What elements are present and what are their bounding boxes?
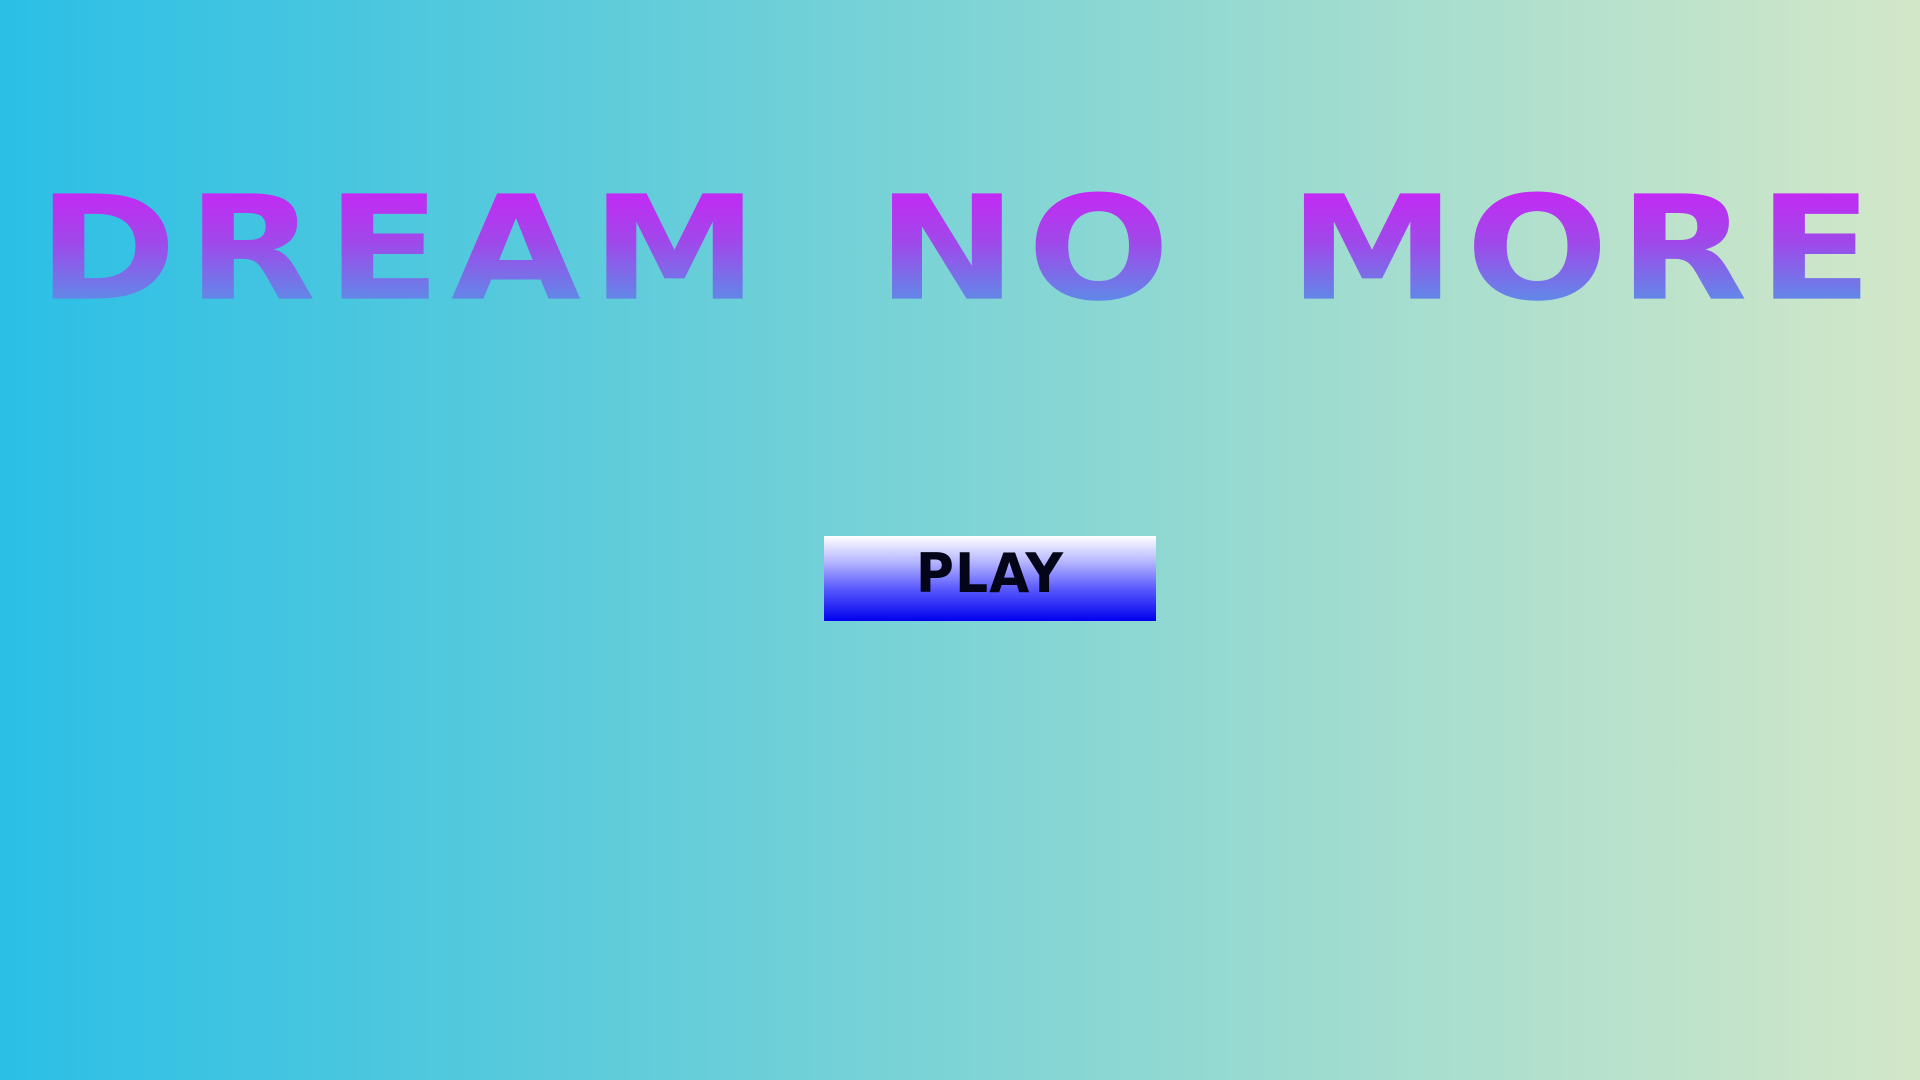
game-title: DREAM NO MORE <box>0 177 1920 321</box>
play-button[interactable]: PLAY <box>824 536 1156 621</box>
play-button-label: PLAY <box>915 542 1065 605</box>
main-menu-screen: DREAM NO MORE PLAY <box>0 0 1920 1080</box>
